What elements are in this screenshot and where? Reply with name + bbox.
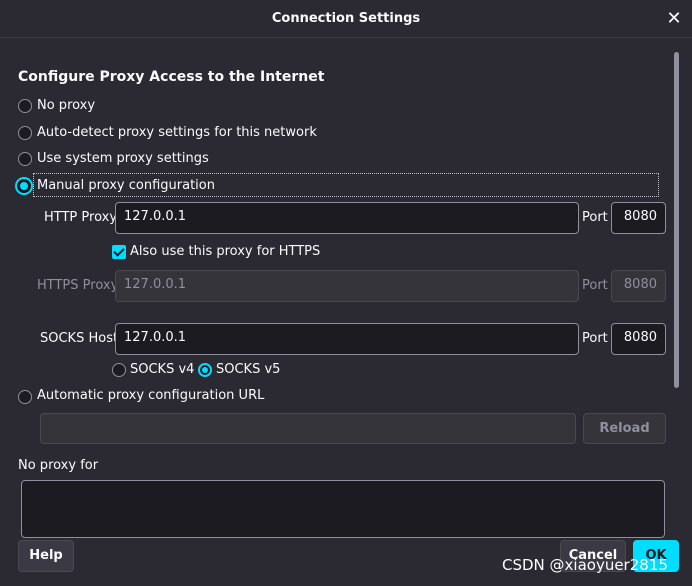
also-https-label[interactable]: Also use this proxy for HTTPS xyxy=(130,244,320,259)
watermark: CSDN @xiaoyuer2815 xyxy=(502,556,668,574)
scrollbar-thumb[interactable] xyxy=(674,52,679,388)
system-proxy-radio[interactable] xyxy=(18,152,32,166)
manual-proxy-label[interactable]: Manual proxy configuration xyxy=(37,178,215,193)
http-port-input[interactable]: 8080 xyxy=(611,202,666,234)
no-proxy-radio[interactable] xyxy=(18,99,32,113)
auto-url-input[interactable] xyxy=(40,413,576,444)
no-proxy-for-textarea[interactable] xyxy=(21,480,665,538)
dialog-title: Connection Settings xyxy=(271,11,421,26)
socks-v4-radio[interactable] xyxy=(112,363,126,377)
section-heading: Configure Proxy Access to the Internet xyxy=(18,69,325,85)
socks-host-label: SOCKS Host xyxy=(40,331,119,346)
scrollbar[interactable] xyxy=(672,52,681,388)
also-https-checkbox[interactable] xyxy=(112,245,126,259)
https-proxy-input: 127.0.0.1 xyxy=(115,270,579,302)
no-proxy-for-label: No proxy for xyxy=(18,458,99,473)
http-proxy-input[interactable]: 127.0.0.1 xyxy=(115,202,579,234)
https-proxy-label: HTTPS Proxy xyxy=(37,278,119,293)
title-bar: Connection Settings ✕ xyxy=(0,0,692,38)
system-proxy-label[interactable]: Use system proxy settings xyxy=(37,151,209,166)
https-port-label: Port xyxy=(582,278,608,293)
socks-host-input[interactable]: 127.0.0.1 xyxy=(115,323,579,355)
no-proxy-label[interactable]: No proxy xyxy=(37,98,95,113)
auto-url-radio[interactable] xyxy=(18,390,32,404)
reload-button[interactable]: Reload xyxy=(583,413,666,444)
https-port-input: 8080 xyxy=(611,270,666,302)
auto-detect-label[interactable]: Auto-detect proxy settings for this netw… xyxy=(37,125,317,140)
auto-url-label[interactable]: Automatic proxy configuration URL xyxy=(37,388,264,403)
close-icon[interactable]: ✕ xyxy=(664,9,684,29)
manual-proxy-radio[interactable] xyxy=(15,177,33,195)
socks-port-label: Port xyxy=(582,331,608,346)
socks-v5-radio[interactable] xyxy=(198,363,212,377)
socks-port-input[interactable]: 8080 xyxy=(611,323,666,355)
socks-v5-label[interactable]: SOCKS v5 xyxy=(216,362,280,377)
socks-v4-label[interactable]: SOCKS v4 xyxy=(130,362,194,377)
http-proxy-label: HTTP Proxy xyxy=(44,210,118,225)
http-port-label: Port xyxy=(582,210,608,225)
help-button[interactable]: Help xyxy=(18,540,74,572)
auto-detect-radio[interactable] xyxy=(18,126,32,140)
